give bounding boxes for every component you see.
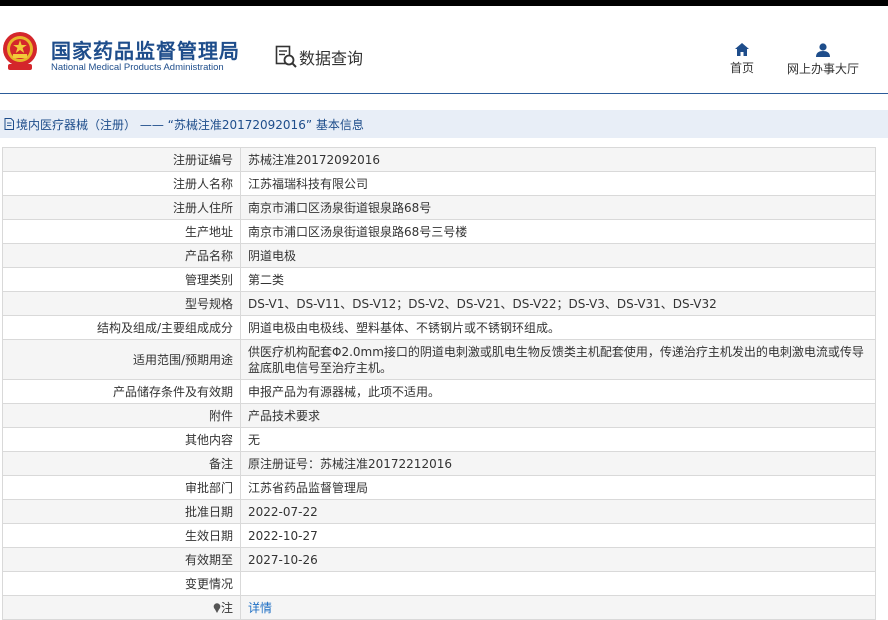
table-row: 备注 原注册证号：苏械注准20172212016: [2, 451, 876, 476]
pin-icon: [213, 602, 221, 613]
field-label: 审批部门: [2, 475, 241, 500]
registration-info-table: 注册证编号 苏械注准20172092016 注册人名称 江苏福瑞科技有限公司 注…: [2, 147, 876, 620]
note-label-cell: 注: [2, 595, 241, 620]
table-row: 变更情况: [2, 571, 876, 596]
table-row: 注 详情: [2, 595, 876, 620]
field-label: 结构及组成/主要组成成分: [2, 315, 241, 340]
field-label: 注册人住所: [2, 195, 241, 220]
field-label: 附件: [2, 403, 241, 428]
table-row: 其他内容 无: [2, 427, 876, 452]
table-row: 生产地址 南京市浦口区汤泉街道银泉路68号三号楼: [2, 219, 876, 244]
note-label: 注: [220, 600, 233, 615]
table-row: 管理类别 第二类: [2, 267, 876, 292]
table-row: 批准日期 2022-07-22: [2, 499, 876, 524]
field-value: 无: [240, 427, 876, 452]
field-value: 江苏省药品监督管理局: [240, 475, 876, 500]
field-label: 变更情况: [2, 571, 241, 596]
field-value: 申报产品为有源器械，此项不适用。: [240, 379, 876, 404]
field-label: 产品储存条件及有效期: [2, 379, 241, 404]
field-value: 阴道电极由电极线、塑料基体、不锈钢片或不锈钢环组成。: [240, 315, 876, 340]
nav-home-label: 首页: [729, 61, 754, 75]
field-value: 江苏福瑞科技有限公司: [240, 171, 876, 196]
home-icon: [735, 43, 749, 56]
table-row: 注册人住所 南京市浦口区汤泉街道银泉路68号: [2, 195, 876, 220]
nav-home[interactable]: 首页: [722, 43, 762, 76]
field-value: 产品技术要求: [240, 403, 876, 428]
field-label: 注册人名称: [2, 171, 241, 196]
table-row: 审批部门 江苏省药品监督管理局: [2, 475, 876, 500]
document-icon: [4, 118, 14, 130]
breadcrumb-text: 境内医疗器械（注册） —— “苏械注准20172092016” 基本信息: [16, 117, 364, 132]
national-emblem-icon: [3, 32, 37, 70]
field-value: 南京市浦口区汤泉街道银泉路68号: [240, 195, 876, 220]
field-value: 2022-10-27: [240, 523, 876, 548]
field-label: 型号规格: [2, 291, 241, 316]
table-row: 注册证编号 苏械注准20172092016: [2, 147, 876, 172]
field-value: 2022-07-22: [240, 499, 876, 524]
field-value: 供医疗机构配套Φ2.0mm接口的阴道电刺激或肌电生物反馈类主机配套使用，传递治疗…: [240, 339, 876, 380]
field-value: 阴道电极: [240, 243, 876, 268]
field-label: 备注: [2, 451, 241, 476]
field-label: 批准日期: [2, 499, 241, 524]
document-search-icon: [275, 45, 297, 68]
field-label: 有效期至: [2, 547, 241, 572]
nav-online-hall-label: 网上办事大厅: [786, 62, 859, 76]
table-row: 结构及组成/主要组成成分 阴道电极由电极线、塑料基体、不锈钢片或不锈钢环组成。: [2, 315, 876, 340]
table-row: 产品名称 阴道电极: [2, 243, 876, 268]
field-value: 南京市浦口区汤泉街道银泉路68号三号楼: [240, 219, 876, 244]
org-name-en: National Medical Products Administration: [51, 62, 224, 73]
field-label: 其他内容: [2, 427, 241, 452]
field-label: 管理类别: [2, 267, 241, 292]
field-label: 生产地址: [2, 219, 241, 244]
note-value: 详情: [240, 595, 876, 620]
table-row: 注册人名称 江苏福瑞科技有限公司: [2, 171, 876, 196]
nav-online-hall[interactable]: 网上办事大厅: [783, 43, 863, 77]
breadcrumb: 境内医疗器械（注册） —— “苏械注准20172092016” 基本信息: [0, 110, 888, 138]
data-query-link[interactable]: 数据查询: [275, 45, 363, 69]
field-label: 适用范围/预期用途: [2, 339, 241, 380]
org-name-cn: 国家药品监督管理局: [51, 39, 240, 63]
field-value: 原注册证号：苏械注准20172212016: [240, 451, 876, 476]
table-row: 型号规格 DS-V1、DS-V11、DS-V12；DS-V2、DS-V21、DS…: [2, 291, 876, 316]
field-value: 第二类: [240, 267, 876, 292]
field-value: 2027-10-26: [240, 547, 876, 572]
details-link[interactable]: 详情: [248, 601, 272, 615]
field-label: 产品名称: [2, 243, 241, 268]
table-row: 产品储存条件及有效期 申报产品为有源器械，此项不适用。: [2, 379, 876, 404]
data-query-label: 数据查询: [299, 49, 364, 68]
field-value: DS-V1、DS-V11、DS-V12；DS-V2、DS-V21、DS-V22；…: [240, 291, 876, 316]
table-row: 适用范围/预期用途 供医疗机构配套Φ2.0mm接口的阴道电刺激或肌电生物反馈类主…: [2, 339, 876, 380]
field-value: [240, 571, 876, 596]
site-header: 国家药品监督管理局 National Medical Products Admi…: [0, 6, 888, 94]
field-value: 苏械注准20172092016: [240, 147, 876, 172]
table-row: 生效日期 2022-10-27: [2, 523, 876, 548]
user-icon: [816, 43, 830, 57]
field-label: 注册证编号: [2, 147, 241, 172]
table-row: 有效期至 2027-10-26: [2, 547, 876, 572]
field-label: 生效日期: [2, 523, 241, 548]
table-row: 附件 产品技术要求: [2, 403, 876, 428]
